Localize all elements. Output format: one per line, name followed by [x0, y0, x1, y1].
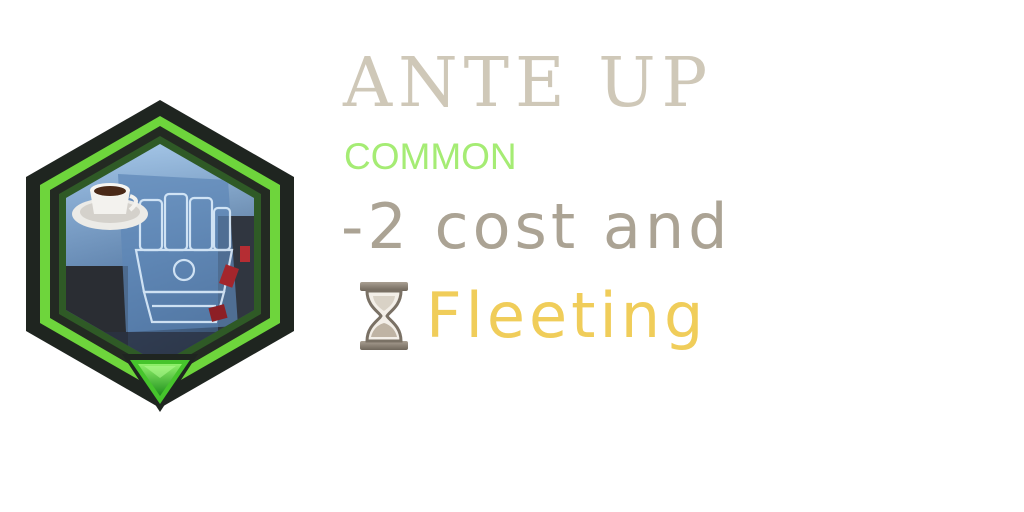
card-info-panel: ANTE UP COMMON -2 cost and Fleeting [0, 0, 1024, 512]
hourglass-icon [360, 282, 408, 350]
card-art-badge[interactable] [18, 96, 302, 414]
card-description: -2 cost and [341, 190, 732, 263]
keyword-fleeting[interactable]: Fleeting [426, 279, 707, 353]
card-title: ANTE UP [343, 44, 714, 123]
keyword-row: Fleeting [356, 276, 707, 356]
rarity-label: COMMON [344, 136, 517, 177]
hexagon-artwork-icon [26, 100, 294, 412]
